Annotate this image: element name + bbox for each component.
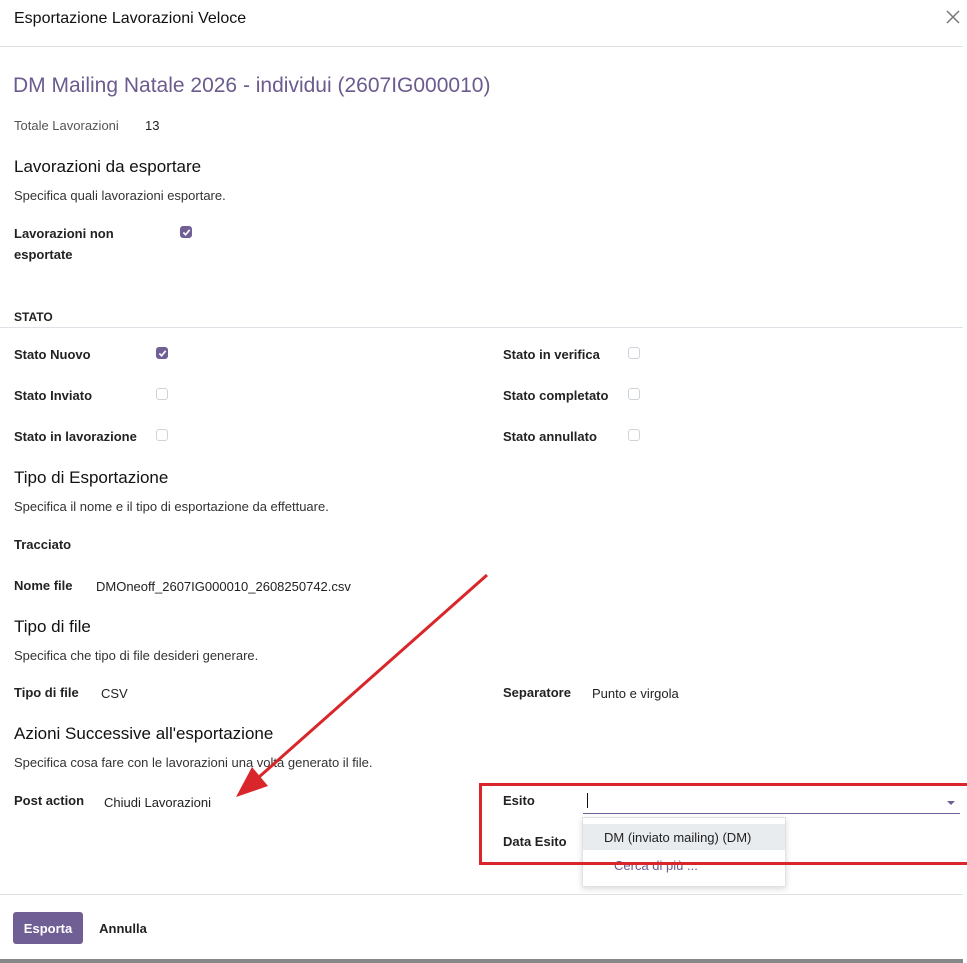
non-esportate-label-2: esportate [14, 247, 73, 262]
stato-lavorazione-checkbox[interactable] [156, 429, 168, 441]
section-desc-azioni: Specifica cosa fare con le lavorazioni u… [14, 755, 373, 770]
window-bottom-border [0, 959, 963, 963]
cancel-button[interactable]: Annulla [90, 912, 156, 944]
header-divider [0, 46, 963, 47]
post-action-value[interactable]: Chiudi Lavorazioni [104, 795, 211, 810]
stato-divider [0, 327, 963, 328]
section-title-azioni: Azioni Successive all'esportazione [14, 724, 274, 743]
nome-file-label: Nome file [14, 578, 73, 593]
non-esportate-checkbox[interactable] [180, 226, 192, 238]
stato-completato-checkbox[interactable] [628, 388, 640, 400]
section-title-lavorazioni: Lavorazioni da esportare [14, 157, 202, 176]
tipo-file-label: Tipo di file [14, 685, 79, 700]
non-esportate-label-1: Lavorazioni non [14, 226, 114, 241]
section-desc-lavorazioni: Specifica quali lavorazioni esportare. [14, 188, 226, 203]
tracciato-label: Tracciato [14, 537, 72, 552]
export-button[interactable]: Esporta [13, 912, 83, 944]
annotation-highlight-box [479, 783, 967, 865]
stato-inviato-label: Stato Inviato [14, 388, 93, 403]
footer-divider [0, 894, 963, 895]
tipo-file-value[interactable]: CSV [101, 686, 128, 701]
totale-label: Totale Lavorazioni [14, 118, 119, 133]
record-title: DM Mailing Natale 2026 - individui (2607… [13, 74, 491, 97]
stato-nuovo-label: Stato Nuovo [14, 347, 91, 362]
stato-verifica-checkbox[interactable] [628, 347, 640, 359]
stato-verifica-label: Stato in verifica [503, 347, 600, 362]
stato-lavorazione-label: Stato in lavorazione [14, 429, 137, 444]
totale-value: 13 [145, 118, 160, 133]
section-title-tipo-esportazione: Tipo di Esportazione [14, 468, 169, 487]
stato-annullato-checkbox[interactable] [628, 429, 640, 441]
stato-completato-label: Stato completato [503, 388, 609, 403]
section-desc-tipo-esportazione: Specifica il nome e il tipo di esportazi… [14, 499, 329, 514]
separatore-label: Separatore [503, 685, 571, 700]
post-action-label: Post action [14, 793, 85, 808]
separatore-value[interactable]: Punto e virgola [592, 686, 679, 701]
close-icon[interactable] [944, 8, 962, 26]
section-desc-tipo-file: Specifica che tipo di file desideri gene… [14, 648, 259, 663]
stato-heading: STATO [14, 310, 53, 324]
dialog-title: Esportazione Lavorazioni Veloce [14, 10, 247, 27]
nome-file-value[interactable]: DMOneoff_2607IG000010_2608250742.csv [96, 579, 351, 594]
stato-inviato-checkbox[interactable] [156, 388, 168, 400]
section-title-tipo-file: Tipo di file [14, 617, 91, 636]
stato-annullato-label: Stato annullato [503, 429, 597, 444]
stato-nuovo-checkbox[interactable] [156, 347, 168, 359]
